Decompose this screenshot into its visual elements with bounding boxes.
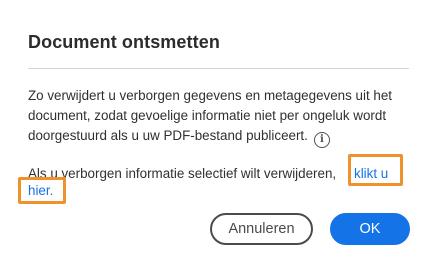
click-here-link[interactable]: klikt u [354,164,388,184]
ok-button[interactable]: OK [330,213,410,245]
title-divider [28,68,409,69]
cancel-button[interactable]: Annuleren [210,213,313,245]
sanitize-document-dialog: Document ontsmetten Zo verwijdert u verb… [0,0,443,273]
selective-removal-text: Als u verborgen informatie selectief wil… [28,166,337,181]
dialog-description: Zo verwijdert u verborgen gegevens en me… [28,86,418,148]
info-icon[interactable]: i [313,132,330,148]
dialog-title: Document ontsmetten [28,32,220,52]
click-here-link-continued[interactable]: hier. [28,181,53,201]
description-text: Zo verwijdert u verborgen gegevens en me… [28,88,392,143]
